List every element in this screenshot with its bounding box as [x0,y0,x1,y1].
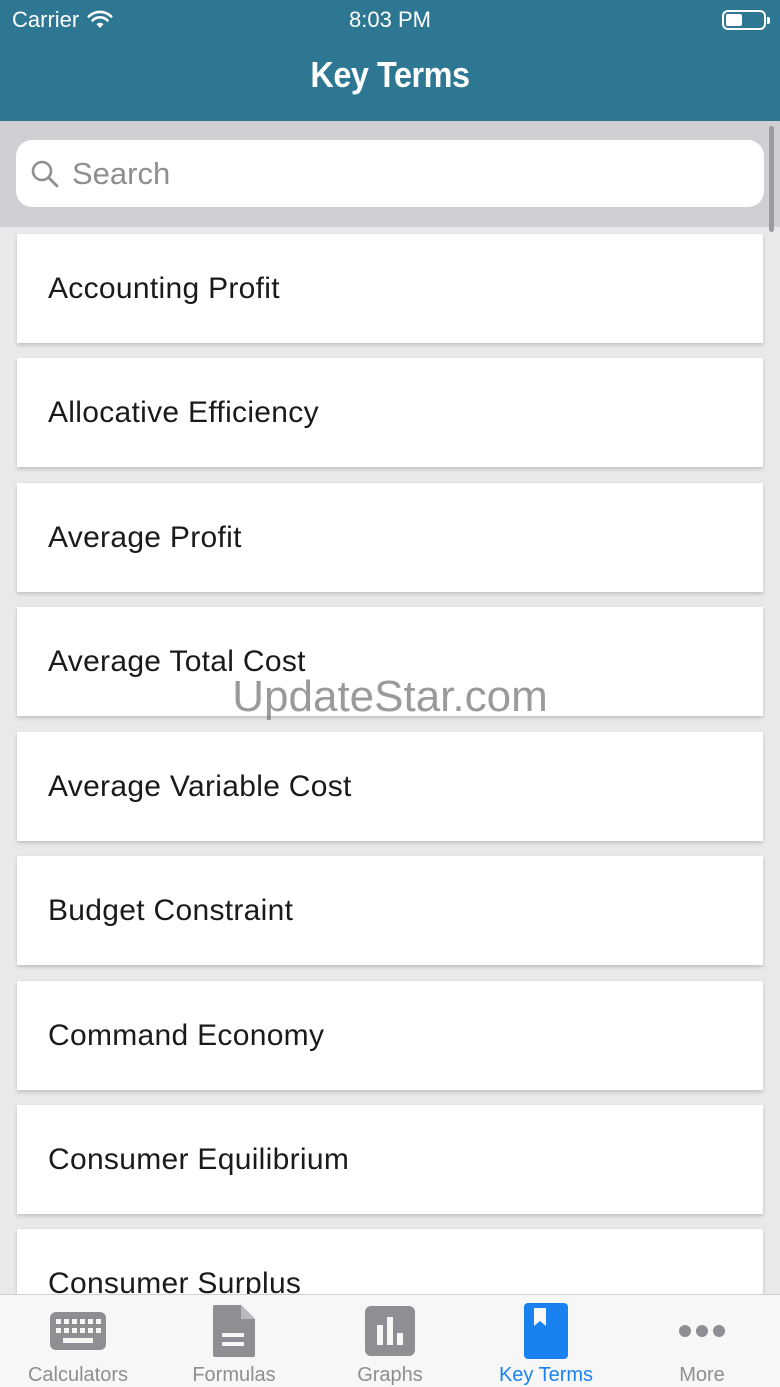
list-item-average-profit[interactable]: Average Profit [17,483,763,592]
keyboard-icon [50,1312,106,1350]
bar-chart-icon [365,1306,415,1356]
list-item-label: Average Total Cost [48,644,306,678]
tab-label: Formulas [192,1364,276,1386]
search-bar-container [0,121,780,227]
list-item-label: Allocative Efficiency [48,395,319,429]
more-dots-icon [679,1325,725,1337]
list-item-consumer-equilibrium[interactable]: Consumer Equilibrium [17,1105,763,1214]
status-bar: Carrier 8:03 PM [0,0,780,40]
tab-graphs[interactable]: Graphs [312,1295,468,1387]
list-item-budget-constraint[interactable]: Budget Constraint [17,856,763,965]
list-item-accounting-profit[interactable]: Accounting Profit [17,234,763,343]
tab-label: Key Terms [498,1364,594,1386]
list-item-label: Average Profit [48,520,242,554]
page-title: Key Terms [310,54,470,95]
navigation-header: Carrier 8:03 PM Key Terms [0,0,780,121]
list-item-label: Accounting Profit [48,271,280,305]
tab-key-terms[interactable]: Key Terms [468,1295,624,1387]
list-item-command-economy[interactable]: Command Economy [17,981,763,1090]
list-item-average-variable-cost[interactable]: Average Variable Cost [17,732,763,841]
list-item-label: Command Economy [48,1018,325,1052]
tab-calculators[interactable]: Calculators [0,1295,156,1387]
list-item-average-total-cost[interactable]: Average Total Cost [17,607,763,716]
bookmark-icon [524,1303,568,1359]
tab-bar: Calculators Formulas Graphs Key Terms Mo… [0,1294,780,1387]
battery-icon [722,10,770,30]
tab-label: Graphs [357,1364,423,1386]
tab-more[interactable]: More [624,1295,780,1387]
list-item-label: Consumer Equilibrium [48,1142,350,1176]
list-item-label: Consumer Surplus [48,1266,302,1295]
search-field[interactable] [16,140,764,207]
document-icon [213,1305,255,1357]
tab-formulas[interactable]: Formulas [156,1295,312,1387]
list-item-label: Average Variable Cost [48,769,352,803]
search-input[interactable] [72,155,722,192]
list-item-allocative-efficiency[interactable]: Allocative Efficiency [17,358,763,467]
list-item-consumer-surplus[interactable]: Consumer Surplus [17,1229,763,1294]
key-terms-list: Accounting Profit Allocative Efficiency … [0,227,780,1294]
search-icon [31,160,59,187]
tab-label: Calculators [27,1364,129,1386]
tab-label: More [679,1364,725,1386]
list-item-label: Budget Constraint [48,893,294,927]
scroll-indicator [769,126,774,232]
clock: 8:03 PM [349,7,431,32]
